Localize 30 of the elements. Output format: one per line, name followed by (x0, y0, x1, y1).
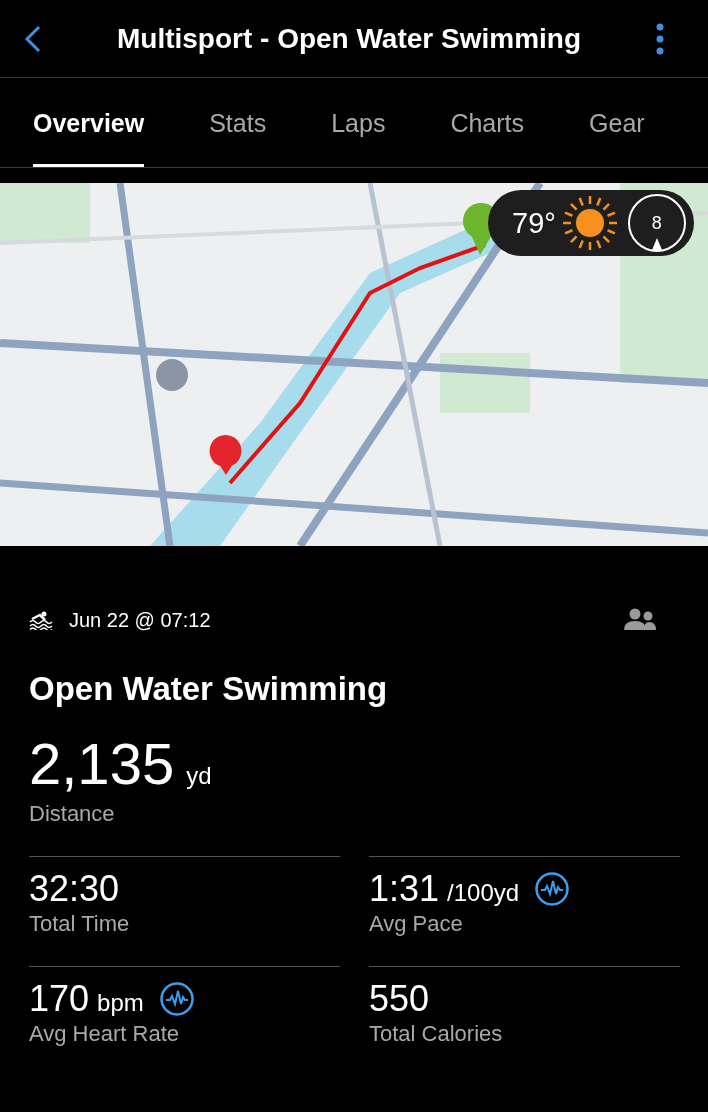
screen-title: Multisport - Open Water Swimming (115, 22, 583, 55)
swim-icon (29, 610, 53, 630)
back-icon[interactable] (24, 24, 42, 53)
pulse-icon[interactable] (159, 982, 194, 1016)
stat-label: Avg Pace (369, 911, 464, 937)
stat-label: Distance (29, 801, 116, 827)
people-icon[interactable] (624, 608, 656, 632)
tab[interactable]: Gear (589, 78, 645, 167)
stat-value: 170 (29, 978, 90, 1020)
activity-title: Open Water Swimming (29, 670, 389, 708)
wind-speed: 8 (651, 212, 662, 234)
stat-unit: bpm (97, 989, 144, 1017)
sun-icon (561, 195, 618, 251)
stat-value: 32:30 (29, 868, 120, 910)
stat-value: 1:31 (369, 868, 440, 910)
stat-label: Total Calories (369, 1021, 504, 1047)
tab[interactable]: Charts (450, 78, 525, 167)
stat-label: Total Time (29, 911, 131, 937)
pulse-icon[interactable] (535, 872, 570, 906)
distance-value: 2,135 (29, 730, 175, 797)
stat-value: 550 (369, 978, 430, 1020)
tab[interactable]: Laps (331, 78, 386, 167)
activity-date: Jun 22 @ 07:12 (69, 608, 212, 632)
tab[interactable]: Stats (209, 78, 267, 167)
temperature: 79° (512, 206, 556, 240)
stat-unit: /100yd (447, 879, 520, 907)
distance-unit: yd (186, 762, 212, 790)
tab[interactable]: Overview (33, 78, 145, 167)
more-icon[interactable] (656, 22, 664, 55)
stat-label: Avg Heart Rate (29, 1021, 180, 1047)
